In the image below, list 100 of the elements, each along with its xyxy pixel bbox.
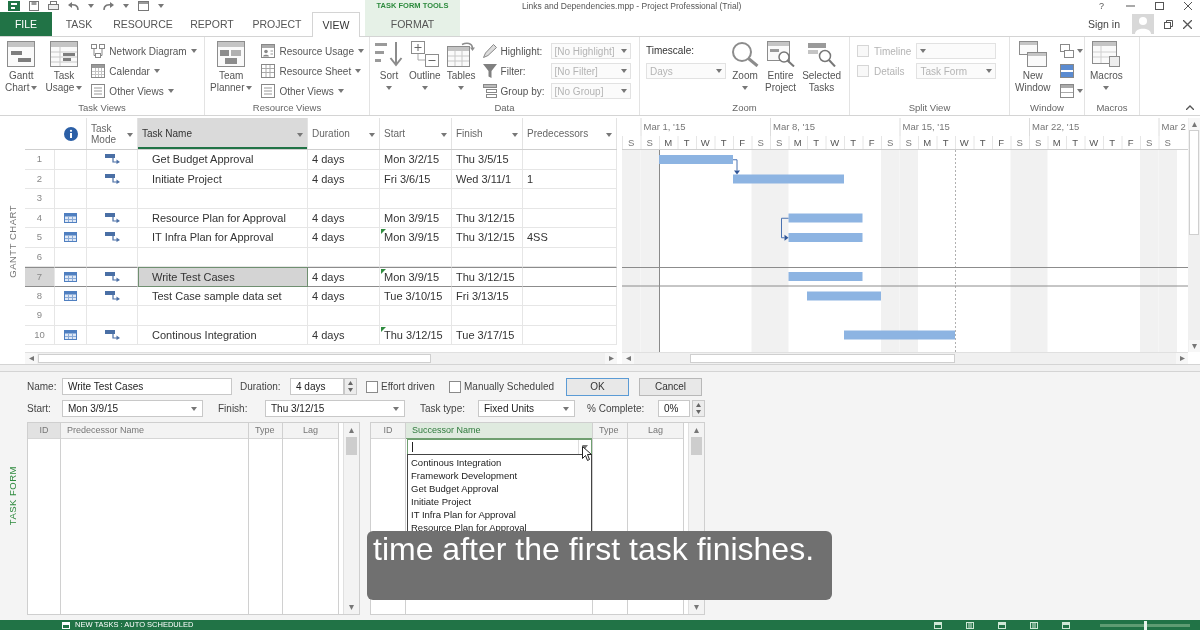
maximize-icon[interactable]	[1155, 2, 1164, 10]
successor-name-field[interactable]	[407, 439, 592, 455]
dropdown-field[interactable]: Fixed Units	[478, 400, 575, 417]
ribbon-button[interactable]: Resource Usage	[259, 41, 366, 61]
scroll-left-button[interactable]	[622, 353, 634, 364]
dropdown-field[interactable]: Mon 3/9/15	[62, 400, 203, 417]
ribbon-button[interactable]: Selected Tasks	[801, 39, 843, 94]
printer-icon[interactable]	[48, 1, 59, 11]
column-header[interactable]: Lag	[628, 423, 683, 439]
row-header[interactable]: 9	[25, 306, 55, 326]
column-header[interactable]: Duration	[308, 118, 380, 149]
scrollbar-track[interactable]	[343, 423, 359, 614]
save-icon[interactable]	[29, 1, 39, 11]
row-header[interactable]: 2	[25, 169, 55, 189]
scrollbar-track[interactable]	[25, 352, 617, 364]
ribbon-button[interactable]: Network Diagram	[89, 41, 199, 61]
spinner-button[interactable]	[692, 400, 705, 417]
ribbon-button[interactable]: Calendar	[89, 61, 199, 81]
column-header[interactable]: Task Name	[138, 118, 308, 149]
scrollbar-track[interactable]	[1188, 118, 1200, 352]
close-icon[interactable]	[1183, 19, 1192, 29]
spinner-button[interactable]	[344, 378, 357, 395]
ribbon-button[interactable]: Resource Sheet	[259, 61, 366, 81]
scroll-left-button[interactable]	[25, 353, 37, 364]
scrollbar-thumb[interactable]	[1189, 130, 1199, 235]
scroll-up-button[interactable]	[1188, 118, 1200, 130]
zoom-slider-thumb[interactable]	[1144, 620, 1147, 630]
restore-icon[interactable]	[1164, 19, 1173, 29]
column-header[interactable]: Start	[380, 118, 452, 149]
dropdown-option[interactable]: Initiate Project	[408, 495, 591, 508]
ribbon-button[interactable]: Group by:	[480, 81, 547, 101]
ribbon-tab[interactable]: REPORT	[180, 12, 244, 36]
column-header[interactable]: Lag	[283, 423, 338, 439]
ribbon-button[interactable]: Outline	[408, 39, 442, 90]
text-field[interactable]: 4 days	[290, 378, 344, 395]
scrollbar-thumb[interactable]	[38, 354, 431, 363]
link-arrow[interactable]	[781, 217, 789, 241]
ribbon-tab[interactable]: TASK	[52, 12, 106, 36]
dropdown-option[interactable]: Get Budget Approval	[408, 482, 591, 495]
scrollbar-thumb[interactable]	[346, 437, 357, 455]
ribbon-button[interactable]: Team Planner	[209, 39, 254, 94]
app-logo-icon[interactable]	[8, 1, 20, 11]
redo-icon[interactable]	[103, 1, 114, 11]
column-header[interactable]: Finish	[452, 118, 523, 149]
row-header[interactable]: 8	[25, 286, 55, 306]
dropdown-option[interactable]: IT Infra Plan for Approval	[408, 508, 591, 521]
row-header[interactable]: 5	[25, 228, 55, 248]
undo-icon[interactable]	[68, 1, 79, 11]
scroll-right-button[interactable]	[605, 353, 617, 364]
dropdown-option[interactable]: Resource Plan for Approval	[408, 521, 591, 534]
ribbon-tab[interactable]: RESOURCE	[106, 12, 180, 36]
column-header[interactable]: ID	[28, 423, 60, 439]
dropdown-option[interactable]: Framework Development	[408, 469, 591, 482]
scrollbar-thumb[interactable]	[691, 437, 702, 455]
ribbon-button[interactable]: Sort	[374, 39, 404, 90]
row-header[interactable]: 1	[25, 150, 55, 170]
ribbon-button[interactable]: Task Usage	[44, 39, 84, 94]
chevron-up-icon[interactable]	[1186, 105, 1194, 110]
dialog-button[interactable]: Cancel	[639, 377, 702, 396]
column-header[interactable]: Type	[593, 423, 627, 439]
ribbon-button[interactable]: Filter:	[480, 61, 547, 81]
dialog-button[interactable]: OK	[566, 377, 629, 396]
column-header[interactable]: Successor Name	[406, 423, 592, 439]
ribbon-button[interactable]: New Window	[1014, 39, 1052, 94]
scrollbar-track[interactable]	[622, 352, 1188, 364]
column-header[interactable]: Predecessors	[523, 118, 617, 149]
dropdown-field[interactable]: Thu 3/12/15	[265, 400, 405, 417]
ribbon-button[interactable]	[1057, 81, 1085, 101]
ribbon-button[interactable]: Zoom	[730, 39, 760, 90]
zoom-slider-track[interactable]	[1100, 623, 1190, 627]
row-header[interactable]: 3	[25, 189, 55, 209]
window-icon[interactable]	[138, 1, 149, 11]
column-header[interactable]: Type	[249, 423, 282, 439]
text-field[interactable]: Write Test Cases	[62, 378, 232, 395]
ribbon-button[interactable]: Gantt Chart	[4, 39, 39, 94]
ribbon-tab[interactable]: FILE	[0, 12, 52, 36]
scroll-down-button[interactable]	[1188, 340, 1200, 352]
ribbon-button[interactable]: Other Views	[89, 81, 199, 101]
row-header[interactable]: 4	[25, 208, 55, 228]
ribbon-button[interactable]: Entire Project	[764, 39, 798, 94]
sign-in-link[interactable]: Sign in	[1087, 18, 1120, 30]
column-header[interactable]: ID	[371, 423, 405, 439]
ribbon-button[interactable]: Highlight:	[480, 41, 547, 61]
text-field[interactable]: 0%	[658, 400, 690, 417]
ribbon-tab[interactable]: PROJECT	[244, 12, 310, 36]
dropdown-option[interactable]: Continous Integration	[408, 456, 591, 469]
scrollbar-thumb[interactable]	[690, 354, 955, 363]
help-button[interactable]: ?	[1097, 1, 1106, 11]
ribbon-tab[interactable]: VIEW	[312, 12, 360, 37]
row-header[interactable]: 10	[25, 325, 55, 345]
ribbon-button[interactable]: Tables	[445, 39, 477, 90]
scroll-right-button[interactable]	[1176, 353, 1188, 364]
link-arrow[interactable]	[732, 159, 740, 175]
ribbon-button[interactable]	[1057, 41, 1085, 61]
ribbon-tab[interactable]: FORMAT	[365, 12, 460, 36]
checkbox[interactable]	[366, 380, 378, 393]
ribbon-button[interactable]: Other Views	[259, 81, 366, 101]
checkbox[interactable]	[449, 380, 461, 393]
ribbon-button[interactable]: Macros	[1089, 39, 1124, 90]
column-header[interactable]: Predecessor Name	[61, 423, 248, 439]
